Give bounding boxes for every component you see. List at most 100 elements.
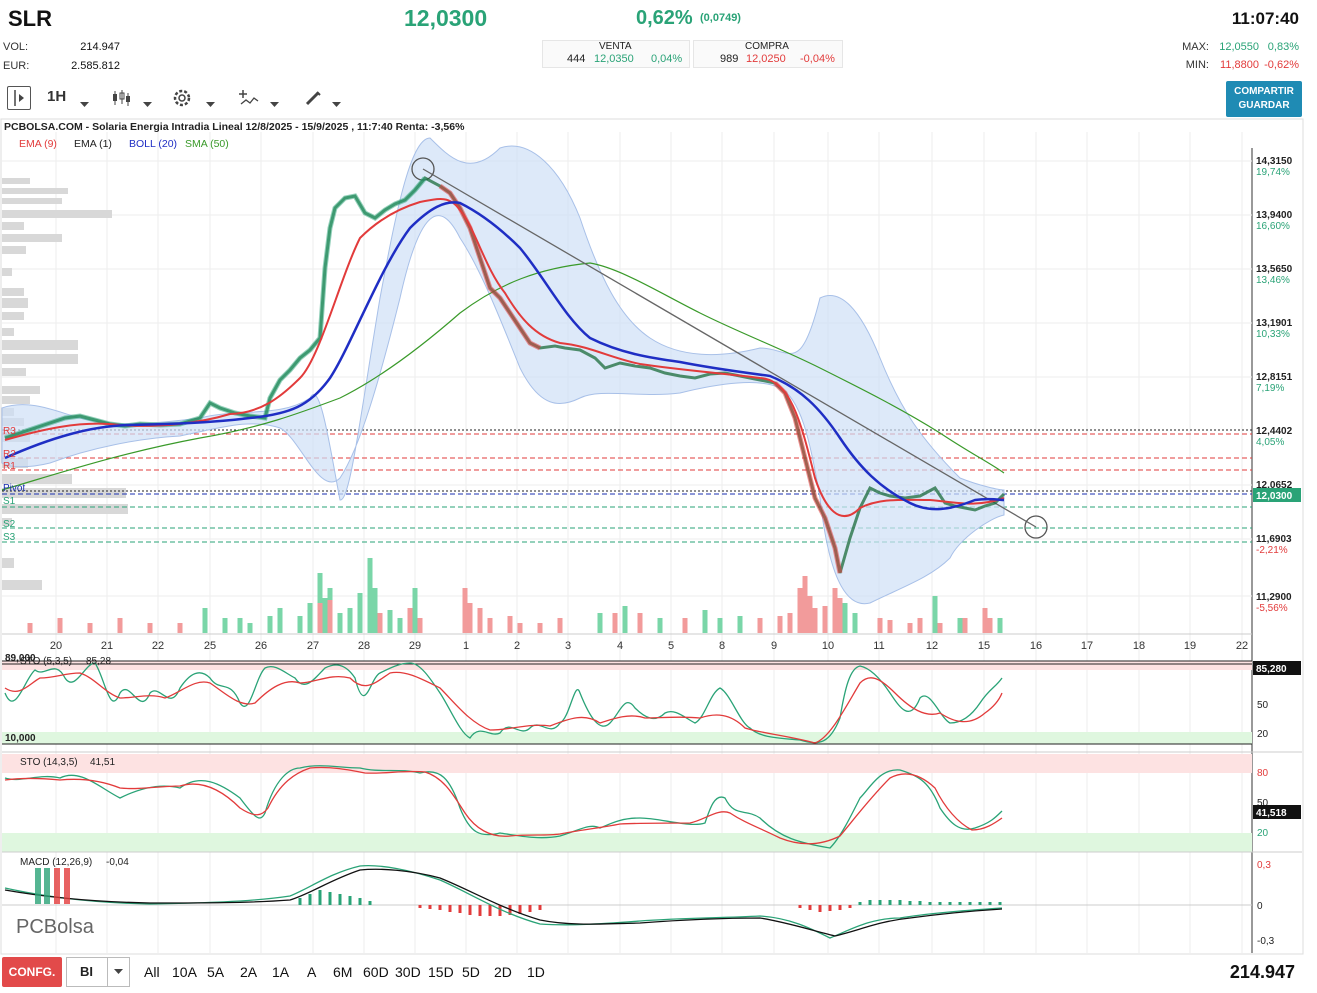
mode-select[interactable]: BI bbox=[66, 957, 130, 987]
period-1d[interactable]: 1D bbox=[527, 964, 545, 980]
date-label: 10 bbox=[822, 640, 834, 652]
gear-icon[interactable] bbox=[171, 87, 193, 114]
legend-boll: BOLL (20) bbox=[129, 138, 177, 150]
date-label: 5 bbox=[668, 640, 674, 652]
macd-bottom: -0,3 bbox=[1257, 936, 1275, 947]
ticker-symbol: SLR bbox=[8, 6, 52, 31]
buy-label: COMPRA bbox=[745, 41, 789, 52]
price-pct: 10,33% bbox=[1256, 329, 1290, 340]
save-label: GUARDAR bbox=[1238, 100, 1290, 111]
price-pct: 7,19% bbox=[1256, 383, 1284, 394]
min-label: MIN: bbox=[1185, 59, 1209, 71]
date-label: 18 bbox=[1133, 640, 1145, 652]
eur-value: 2.585.812 bbox=[71, 60, 120, 72]
chevron-down-icon[interactable] bbox=[80, 95, 89, 113]
date-axis: 20 21 22 25 26 27 28 29 1 2 3 4 5 8 9 10… bbox=[50, 640, 1248, 652]
date-label: 27 bbox=[307, 640, 319, 652]
share-save-button[interactable]: COMPARTIR GUARDAR bbox=[1226, 81, 1302, 117]
period-1a[interactable]: 1A bbox=[272, 964, 289, 980]
period-15d[interactable]: 15D bbox=[428, 964, 454, 980]
period-60d[interactable]: 60D bbox=[363, 964, 389, 980]
pivot-r3: R3 bbox=[3, 426, 16, 437]
date-label: 12 bbox=[926, 640, 938, 652]
volume-total: 214.947 bbox=[1229, 962, 1295, 982]
sidebar-toggle-icon[interactable] bbox=[7, 86, 31, 110]
legend-sma50: SMA (50) bbox=[185, 138, 229, 150]
price-level: 12,8151 bbox=[1256, 372, 1293, 383]
date-label: 1 bbox=[463, 640, 469, 652]
macd-value: -0,04 bbox=[106, 857, 129, 868]
chevron-down-icon[interactable] bbox=[143, 95, 152, 113]
price-level: 14,3150 bbox=[1256, 156, 1293, 167]
date-label: 2 bbox=[514, 640, 520, 652]
buy-qty: 989 bbox=[720, 53, 739, 65]
indicators-icon[interactable] bbox=[238, 88, 260, 113]
period-2a[interactable]: 2A bbox=[240, 964, 257, 980]
chevron-down-icon[interactable] bbox=[206, 95, 215, 113]
period-10a[interactable]: 10A bbox=[172, 964, 197, 980]
chart-canvas[interactable]: 14,3150 19,74% 13,9400 16,60% 13,5650 13… bbox=[0, 118, 1317, 955]
config-button[interactable]: CONFG. bbox=[2, 957, 62, 987]
period-30d[interactable]: 30D bbox=[395, 964, 421, 980]
period-a[interactable]: A bbox=[307, 964, 316, 980]
pencil-icon[interactable] bbox=[303, 88, 323, 113]
price-level: 12,4402 bbox=[1256, 426, 1293, 437]
eur-label: EUR: bbox=[3, 60, 30, 72]
period-2d[interactable]: 2D bbox=[494, 964, 512, 980]
sto2-panel: STO (14,3,5) 41,51 80 50 20 41,518 bbox=[2, 754, 1302, 853]
min-pct: -0,62% bbox=[1264, 59, 1299, 71]
buy-price: 12,0250 bbox=[746, 53, 786, 65]
price-pct: 13,46% bbox=[1256, 275, 1290, 286]
date-label: 15 bbox=[978, 640, 990, 652]
price-pct: -5,56% bbox=[1256, 603, 1288, 614]
chevron-down-icon[interactable] bbox=[332, 95, 341, 113]
chevron-down-icon[interactable] bbox=[270, 95, 279, 113]
price-level: 11,2900 bbox=[1256, 592, 1292, 603]
price-level: 13,5650 bbox=[1256, 264, 1293, 275]
chart-type-icon[interactable] bbox=[111, 88, 131, 113]
sto1-upper: 89,000 bbox=[5, 653, 36, 664]
sto2-label: STO (14,3,5) bbox=[20, 757, 78, 768]
max-value: 12,0550 bbox=[1219, 41, 1259, 53]
date-label: 17 bbox=[1081, 640, 1093, 652]
macd-mid: 0 bbox=[1257, 901, 1263, 912]
date-label: 22 bbox=[152, 640, 164, 652]
sto1-panel: STO (5,3,5) 85,28 89,000 10,000 50 20 85… bbox=[2, 653, 1302, 753]
chevron-down-icon bbox=[114, 969, 123, 974]
current-price-label: 12,0300 bbox=[1256, 491, 1293, 502]
date-label: 28 bbox=[358, 640, 370, 652]
mode-label: BI bbox=[80, 964, 93, 979]
pivot-s2: S2 bbox=[3, 519, 16, 530]
period-all[interactable]: All bbox=[144, 964, 160, 980]
price-level: 13,1901 bbox=[1256, 318, 1293, 329]
last-price: 12,0300 bbox=[404, 5, 488, 31]
sto1-level-20: 20 bbox=[1257, 729, 1269, 740]
sto2-level-20: 20 bbox=[1257, 828, 1269, 839]
date-label: 19 bbox=[1184, 640, 1196, 652]
max-pct: 0,83% bbox=[1267, 41, 1299, 53]
price-pct: 16,60% bbox=[1256, 221, 1290, 232]
period-5a[interactable]: 5A bbox=[207, 964, 224, 980]
chart-title: PCBOLSA.COM - Solaria Energia Intradia L… bbox=[4, 121, 465, 133]
watermark-text: PCBolsa bbox=[16, 916, 95, 938]
sto2-level-80: 80 bbox=[1257, 768, 1269, 779]
bollinger-band bbox=[1, 137, 1005, 605]
macd-panel: MACD (12,26,9) -0,04 0,3 0 -0,3 bbox=[2, 857, 1275, 947]
price-pct: 4,05% bbox=[1256, 437, 1284, 448]
sell-label: VENTA bbox=[599, 41, 632, 52]
period-6m[interactable]: 6M bbox=[333, 964, 352, 980]
date-label: 21 bbox=[101, 640, 113, 652]
sell-quote-box: VENTA 444 12,0350 0,04% bbox=[542, 40, 690, 68]
buy-quote-box: COMPRA 989 12,0250 -0,04% bbox=[693, 40, 843, 68]
sell-price: 12,0350 bbox=[594, 53, 634, 65]
sell-pct: 0,04% bbox=[651, 53, 683, 65]
sto1-value: 85,28 bbox=[86, 656, 111, 667]
period-5d[interactable]: 5D bbox=[462, 964, 480, 980]
pivot-s1: S1 bbox=[3, 496, 16, 507]
date-label: 3 bbox=[565, 640, 571, 652]
vol-label: VOL: bbox=[3, 41, 29, 53]
pivot-pivot: Pivot bbox=[3, 483, 25, 494]
interval-select[interactable]: 1H bbox=[47, 88, 66, 105]
date-label: 25 bbox=[204, 640, 216, 652]
date-label: 26 bbox=[255, 640, 267, 652]
